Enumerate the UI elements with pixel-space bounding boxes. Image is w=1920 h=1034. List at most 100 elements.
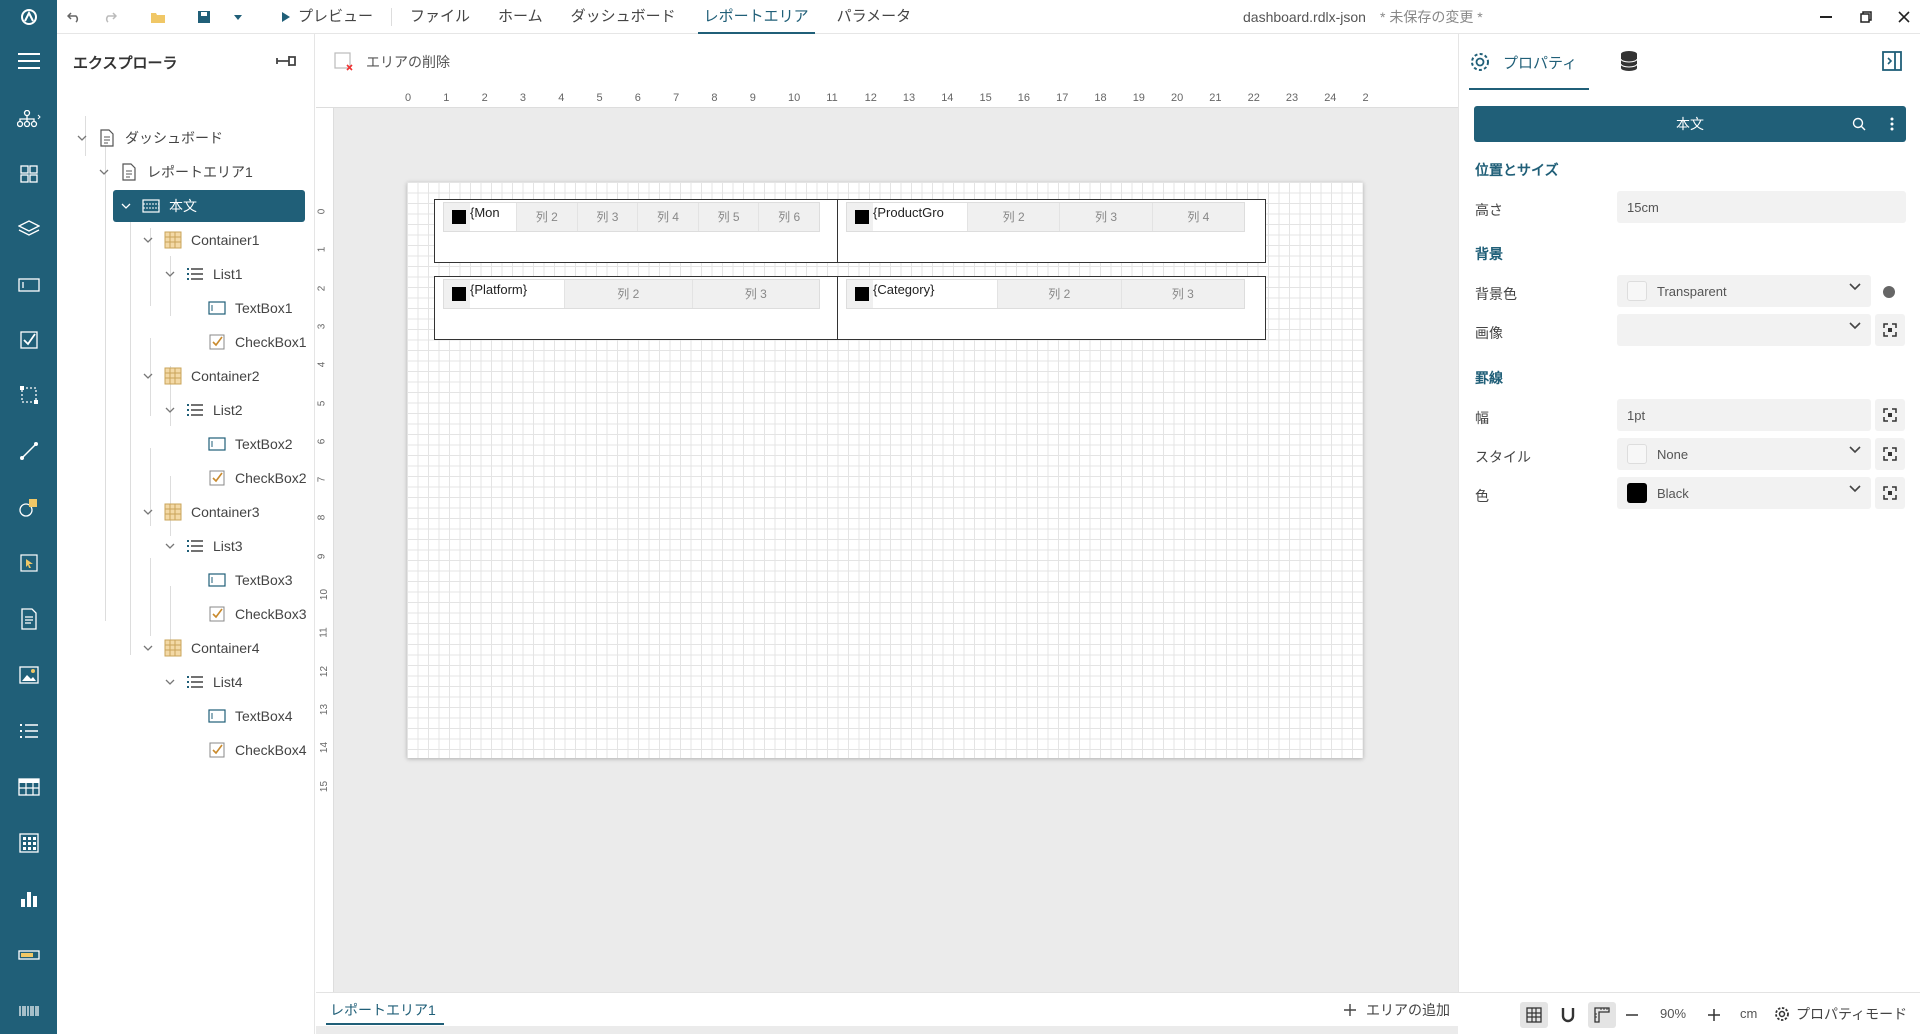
list-column-header[interactable]: 列 6 (758, 203, 819, 231)
textbox-2[interactable]: {ProductGro (873, 203, 967, 231)
container-2[interactable]: {ProductGro 列 2列 3列 4 (837, 199, 1266, 263)
tree-item-textbox2[interactable]: TextBox2 (185, 428, 293, 460)
list-column-header[interactable]: 列 4 (1151, 203, 1244, 231)
layers-icon[interactable] (14, 214, 44, 244)
tree-item-ダッシュボード[interactable]: ダッシュボード (75, 122, 223, 154)
image-tool-icon[interactable] (14, 660, 44, 690)
zoom-level[interactable]: 90% (1660, 1006, 1686, 1021)
expression-button-icon[interactable] (1875, 399, 1905, 431)
selected-element-bar[interactable]: 本文 (1474, 106, 1906, 142)
chevron-down-icon[interactable] (163, 271, 177, 277)
barcode-tool-icon[interactable] (14, 996, 44, 1026)
border-width-field[interactable]: 1pt (1617, 399, 1871, 431)
bgcolor-select[interactable]: Transparent (1617, 275, 1871, 307)
parameters-menu[interactable]: パラメータ (823, 0, 926, 34)
container-4[interactable]: {Category} 列 2列 3 (837, 276, 1266, 340)
open-folder-icon[interactable] (148, 7, 168, 27)
grid-toggle-icon[interactable] (1520, 1002, 1548, 1028)
chevron-down-icon[interactable] (141, 645, 155, 651)
border-style-select[interactable]: None (1617, 438, 1871, 470)
tree-item-レポートエリア1[interactable]: レポートエリア1 (97, 156, 253, 188)
minimize-icon[interactable] (1806, 0, 1846, 34)
list-column-header[interactable]: 列 2 (967, 203, 1059, 231)
richtext-tool-icon[interactable] (14, 604, 44, 634)
border-color-select[interactable]: Black (1617, 477, 1871, 509)
zoom-in-icon[interactable] (1708, 1005, 1720, 1028)
add-area-button[interactable]: エリアの追加 (1344, 993, 1450, 1027)
chevron-down-icon[interactable] (119, 203, 133, 209)
chevron-down-icon[interactable] (163, 543, 177, 549)
close-icon[interactable] (1884, 0, 1920, 34)
list-column-header[interactable]: 列 2 (997, 280, 1121, 308)
list-tool-icon[interactable] (14, 716, 44, 746)
tree-item-container3[interactable]: Container3 (141, 496, 260, 528)
checkbox-3[interactable] (452, 287, 466, 301)
list-column-header[interactable]: 列 3 (1120, 280, 1245, 308)
unit-selector[interactable]: cm (1740, 1006, 1757, 1021)
checkbox-4[interactable] (855, 287, 869, 301)
tree-item-container2[interactable]: Container2 (141, 360, 260, 392)
app-logo[interactable] (0, 0, 57, 34)
container-tool-icon[interactable] (14, 380, 44, 410)
tree-item-container4[interactable]: Container4 (141, 632, 260, 664)
tree-item-checkbox4[interactable]: CheckBox4 (185, 734, 307, 766)
bgcolor-indicator-icon[interactable] (1883, 286, 1895, 298)
chevron-down-icon[interactable] (141, 373, 155, 379)
bullet-tool-icon[interactable] (14, 940, 44, 970)
checkbox-1[interactable] (452, 210, 466, 224)
report-area-tab[interactable]: レポートエリア1 (326, 993, 444, 1027)
table-tool-icon[interactable] (14, 772, 44, 802)
undo-icon[interactable] (64, 7, 84, 27)
chevron-down-icon[interactable] (163, 679, 177, 685)
zoom-out-icon[interactable] (1626, 1005, 1638, 1028)
list-column-header[interactable]: 列 4 (637, 203, 698, 231)
tree-item-list3[interactable]: List3 (163, 530, 243, 562)
list-column-header[interactable]: 列 5 (697, 203, 759, 231)
tree-item-checkbox1[interactable]: CheckBox1 (185, 326, 307, 358)
database-icon[interactable] (1619, 50, 1639, 75)
container-1[interactable]: {Mon th} 列 2列 3列 4列 5列 6 (434, 199, 841, 263)
tree-item-checkbox3[interactable]: CheckBox3 (185, 598, 307, 630)
textbox-tool-icon[interactable] (14, 270, 44, 300)
chevron-down-icon[interactable] (75, 135, 89, 141)
expression-button-icon[interactable] (1875, 438, 1905, 470)
tree-item-textbox3[interactable]: TextBox3 (185, 564, 293, 596)
tree-item-checkbox2[interactable]: CheckBox2 (185, 462, 307, 494)
file-menu[interactable]: ファイル (396, 0, 484, 34)
collapse-panel-icon[interactable] (1881, 50, 1903, 75)
tree-item-list4[interactable]: List4 (163, 666, 243, 698)
save-dropdown-icon[interactable] (230, 7, 246, 27)
chart-tool-icon[interactable] (14, 884, 44, 914)
list-1[interactable]: {Mon th} 列 2列 3列 4列 5列 6 (443, 202, 820, 232)
textbox-1[interactable]: {Mon th} (470, 203, 516, 231)
report-area-menu[interactable]: レポートエリア (690, 0, 823, 34)
dashboard-menu[interactable]: ダッシュボード (557, 0, 690, 34)
height-field[interactable]: 15cm (1617, 191, 1906, 223)
restore-icon[interactable] (1846, 0, 1886, 34)
list-column-header[interactable]: 列 2 (516, 203, 577, 231)
list-column-header[interactable]: 列 2 (564, 280, 692, 308)
preview-menu[interactable]: プレビュー (268, 0, 387, 34)
expression-button-icon[interactable] (1875, 477, 1905, 509)
chevron-down-icon[interactable] (141, 509, 155, 515)
components-icon[interactable] (14, 159, 44, 189)
chevron-down-icon[interactable] (163, 407, 177, 413)
redo-icon[interactable] (100, 7, 120, 27)
search-icon[interactable] (1852, 117, 1866, 131)
textbox-4[interactable]: {Category} (873, 280, 997, 308)
list-column-header[interactable]: 列 3 (576, 203, 638, 231)
checkbox-2[interactable] (855, 210, 869, 224)
tree-item-list1[interactable]: List1 (163, 258, 243, 290)
save-icon[interactable] (194, 7, 214, 27)
tree-item-container1[interactable]: Container1 (141, 224, 260, 256)
container-3[interactable]: {Platform} 列 2列 3 (434, 276, 841, 340)
snap-magnet-icon[interactable] (1554, 1002, 1582, 1028)
textbox-3[interactable]: {Platform} (470, 280, 564, 308)
tree-item-list2[interactable]: List2 (163, 394, 243, 426)
home-menu[interactable]: ホーム (484, 0, 557, 34)
chevron-down-icon[interactable] (141, 237, 155, 243)
cursor-tool-icon[interactable] (14, 548, 44, 578)
property-mode-button[interactable]: プロパティモード (1774, 1004, 1907, 1024)
report-page[interactable]: {Month}列 2列 3列 4列 5列 6{ProductGro列 2列 3列… (407, 182, 1363, 758)
matrix-tool-icon[interactable] (14, 828, 44, 858)
